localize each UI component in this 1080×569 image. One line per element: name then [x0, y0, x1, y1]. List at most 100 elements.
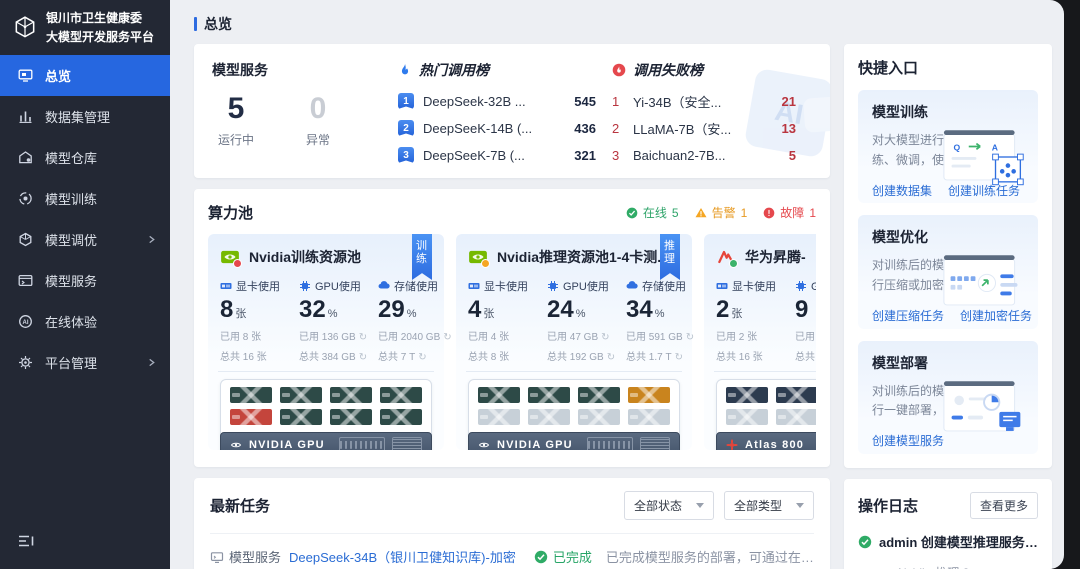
vent-block [640, 437, 670, 450]
sidebar-item-platform-admin[interactable]: 平台管理 [0, 342, 170, 383]
sidebar: 银川市卫生健康委 大模型开发服务平台 总览 数据集管理 模型仓库 模型训练 模型… [0, 0, 170, 569]
flame-icon [401, 63, 409, 75]
cube-icon [19, 232, 32, 247]
create-dataset-link[interactable]: 创建数据集 [872, 182, 932, 199]
storage-usage-metric: 存储使用 34% 已用 591 GB ↻ 总共 1.7 T ↻ [626, 281, 695, 364]
sidebar-item-model-repo[interactable]: 模型仓库 [0, 137, 170, 178]
check-circle-icon [626, 207, 638, 218]
sidebar-collapse-button[interactable] [0, 518, 170, 569]
sidebar-item-model-service[interactable]: 模型服务 [0, 260, 170, 301]
task-status-badge: 已完成 [534, 547, 592, 566]
gpu-chassis-illustration: NVIDIA GPU [220, 379, 432, 450]
chevron-right-icon [149, 236, 155, 244]
gpu-card-usage-metric: 显卡使用 8张 已用 8 张 总共 16 张 [220, 281, 280, 364]
warning-triangle-icon [695, 207, 707, 217]
operation-log-title: 操作日志 [858, 498, 919, 515]
page-title: 总览 [204, 16, 232, 32]
refresh-icon[interactable]: ↻ [359, 332, 367, 343]
app-title: 银川市卫生健康委 大模型开发服务平台 [46, 11, 155, 44]
sidebar-item-label: 在线体验 [45, 315, 98, 331]
refresh-icon[interactable]: ↻ [359, 352, 367, 363]
gpu-usage-metric: GPU使用 9 已用 总共 [795, 281, 816, 364]
fail-ranking-row[interactable]: 2 LLaMA-7B（安... 13 [612, 118, 812, 138]
warehouse-icon [19, 151, 32, 164]
sidebar-item-label: 模型训练 [45, 192, 98, 208]
refresh-icon[interactable]: ↻ [607, 352, 615, 363]
hot-ranking-row[interactable]: 1 DeepSeek-32B ... 545 [398, 91, 612, 111]
gpu-module [280, 409, 322, 426]
fault-status-chip: 故障 1 [763, 204, 816, 221]
pool-card-nvidia-training: Nvidia训练资源池 训练 显卡使用 8张 已用 8 张 总共 16 张 GP… [208, 234, 452, 450]
optimization-illustration [943, 255, 1018, 306]
view-more-button[interactable]: 查看更多 [969, 492, 1038, 519]
quick-entry-panel: 快捷入口 模型训练 对大模型进行预训练、微调，使模... Q A 创建数据集 创… [844, 44, 1052, 468]
gpu-card-usage-metric: 显卡使用 4张 已用 4 张 总共 8 张 [468, 281, 528, 364]
gpu-module [528, 409, 570, 426]
log-entry-meta: Nvidia-推理 2卡 01-17 10:4 [880, 564, 1038, 569]
nvidia-eye-icon [230, 442, 242, 448]
online-status-chip: 在线 5 [626, 204, 679, 221]
task-name-link[interactable]: DeepSeek-34B（银川卫健知识库)-加密 [289, 547, 516, 566]
nvidia-logo-icon [468, 247, 490, 268]
rank-badge: 3 [398, 147, 414, 163]
sidebar-item-model-tuning[interactable]: 模型调优 [0, 219, 170, 260]
sidebar-item-model-training[interactable]: 模型训练 [0, 178, 170, 219]
gpu-card-icon [220, 283, 232, 289]
rank-badge: 1 [398, 93, 414, 109]
ai-circle-icon: AI [19, 315, 32, 329]
check-circle-icon [858, 535, 872, 549]
gpu-module [726, 387, 768, 404]
connector-block [587, 437, 633, 450]
storage-icon [378, 281, 390, 289]
gpu-module [726, 409, 768, 426]
task-row: 模型服务 DeepSeek-34B（银川卫健知识库)-加密 已完成 已完成模型服… [210, 533, 814, 566]
quick-card-model-training: 模型训练 对大模型进行预训练、微调，使模... Q A 创建数据集 创建训练任务 [858, 90, 1038, 204]
abnormal-stat: 0 异常 [306, 92, 331, 148]
gpu-module [528, 387, 570, 404]
gpu-usage-metric: GPU使用 24% 已用 47 GB ↻ 总共 192 GB ↻ [547, 281, 616, 364]
fail-ranking-row[interactable]: 3 Baichuan2-7B... 5 [612, 145, 812, 165]
pool-status-dot [233, 259, 242, 268]
refresh-icon[interactable]: ↻ [601, 332, 609, 343]
monitor-icon [18, 69, 33, 82]
quick-card-model-optimization: 模型优化 对训练后的模型进行压缩或加密，... 创建压缩任务 创建加密任务 [858, 215, 1038, 329]
refresh-icon[interactable]: ↻ [686, 332, 694, 343]
check-circle-icon [534, 550, 548, 563]
gpu-module [478, 409, 520, 426]
gpu-card-icon [468, 283, 480, 289]
nvidia-logo-icon [220, 247, 242, 268]
latest-tasks-panel: 最新任务 全部状态 全部类型 模型服务 DeepSeek-34B（银川卫健知识库… [194, 478, 830, 569]
sidebar-item-datasets[interactable]: 数据集管理 [0, 96, 170, 137]
sidebar-item-online-experience[interactable]: AI 在线体验 [0, 301, 170, 342]
fail-call-ranking: 调用失败榜 1 Yi-34B（安全... 21 2 LLaMA-7B（安... [612, 60, 812, 165]
chassis-bar: NVIDIA GPU [220, 432, 432, 450]
pool-status-chips: 在线 5 告警 1 故障 1 [626, 204, 816, 221]
hot-ranking-row[interactable]: 2 DeepSeeK-14B (... 436 [398, 118, 612, 138]
chip-icon [548, 281, 558, 291]
chevron-right-icon [149, 359, 155, 367]
gpu-module [578, 387, 620, 404]
svg-text:AI: AI [23, 320, 29, 326]
refresh-icon[interactable]: ↻ [443, 332, 451, 343]
hot-ranking-row[interactable]: 3 DeepSeeK-7B (... 321 [398, 145, 612, 165]
vent-block [392, 437, 422, 450]
gpu-grid [476, 386, 672, 432]
fail-ranking-row[interactable]: 1 Yi-34B（安全... 21 [612, 91, 812, 111]
create-compression-task-link[interactable]: 创建压缩任务 [872, 307, 944, 324]
sidebar-item-label: 数据集管理 [45, 110, 111, 126]
caret-down-icon [695, 503, 704, 508]
cube-logo-icon [15, 15, 35, 38]
gpu-module [330, 409, 372, 426]
deployment-illustration [943, 380, 1021, 432]
create-model-service-link[interactable]: 创建模型服务 [872, 432, 944, 449]
gpu-card-icon [716, 283, 728, 289]
pool-ribbon-inference: 推理 [660, 234, 680, 280]
refresh-icon[interactable]: ↻ [675, 352, 683, 363]
pool-status-dot [729, 259, 738, 268]
chip-icon [796, 281, 806, 291]
status-filter-select[interactable]: 全部状态 [623, 491, 714, 520]
sidebar-item-overview[interactable]: 总览 [0, 55, 170, 97]
pool-cards: Nvidia训练资源池 训练 显卡使用 8张 已用 8 张 总共 16 张 GP… [208, 234, 816, 450]
refresh-icon[interactable]: ↻ [418, 352, 426, 363]
type-filter-select[interactable]: 全部类型 [723, 491, 814, 520]
